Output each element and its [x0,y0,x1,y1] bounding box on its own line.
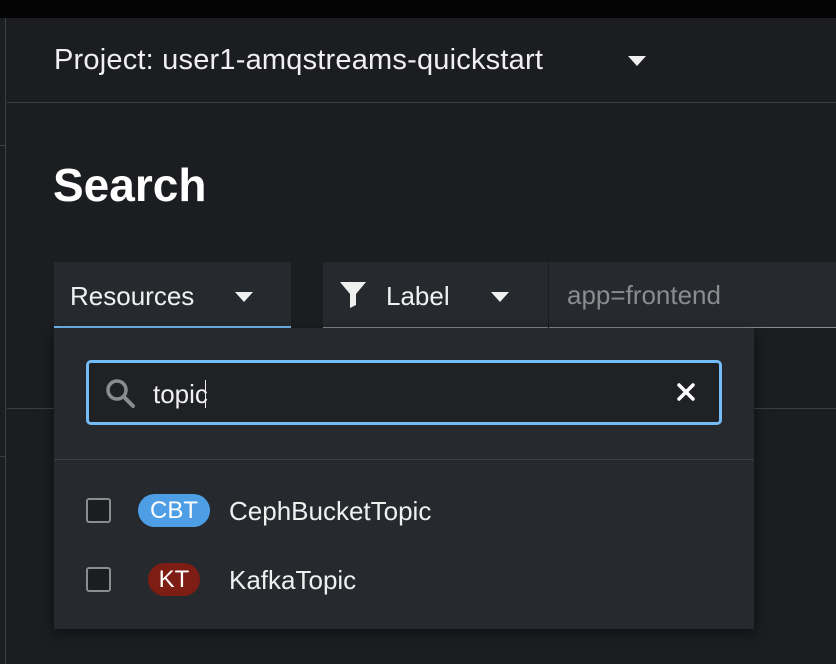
chevron-down-icon [235,292,253,302]
resource-option-cephbuckettopic[interactable]: CBT CephBucketTopic [54,482,754,538]
resource-select-menu: topic CBT CephBucketTopic KT KafkaTopic [54,328,754,629]
resource-search-value: topic [153,379,208,409]
label-filter-label: Label [386,281,450,311]
checkbox[interactable] [86,567,111,592]
rail-divider [0,145,6,146]
search-icon [106,379,135,408]
left-nav-rail [0,18,6,664]
resource-badge: KT [148,563,200,596]
project-bar: Project: user1-amqstreams-quickstart [7,18,836,103]
checkbox[interactable] [86,498,111,523]
top-masthead [0,0,836,18]
menu-divider [54,459,754,460]
resource-badge: CBT [138,494,210,527]
resource-option-label: KafkaTopic [229,565,357,595]
resource-option-label: CephBucketTopic [229,496,432,526]
filter-icon [340,282,366,308]
project-selector-label[interactable]: Project: user1-amqstreams-quickstart [54,44,543,77]
resources-dropdown-toggle[interactable]: Resources [54,262,291,328]
page-title: Search [53,159,207,211]
close-icon[interactable] [675,381,697,403]
label-filter-toggle[interactable]: Label [323,262,548,328]
chevron-down-icon[interactable] [628,56,646,66]
resources-dropdown-label: Resources [70,281,195,311]
text-cursor [204,380,206,408]
label-search-input[interactable]: app=frontend [549,262,836,328]
resource-option-kafkatopic[interactable]: KT KafkaTopic [54,551,754,607]
chevron-down-icon [491,292,509,302]
resource-search-input[interactable]: topic [86,360,722,425]
rail-divider [0,456,6,457]
